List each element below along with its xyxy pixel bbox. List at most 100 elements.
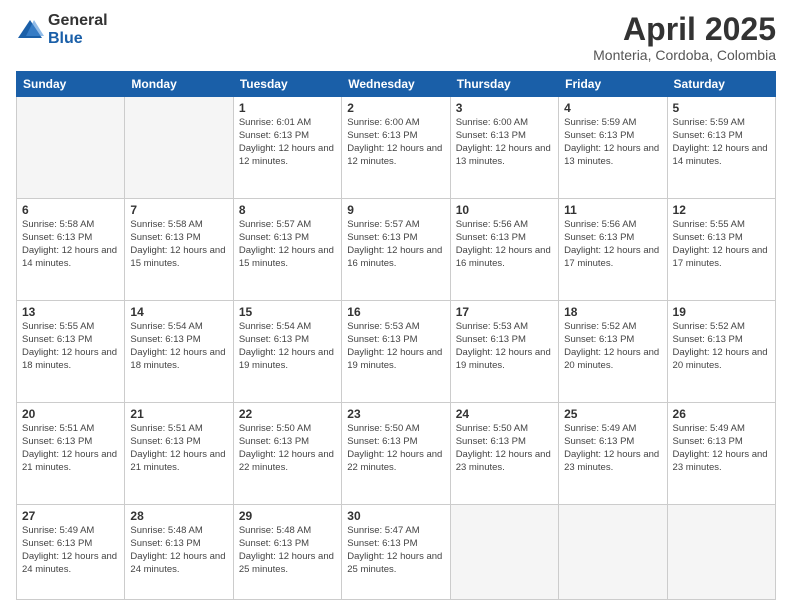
header: General Blue April 2025 Monteria, Cordob… <box>16 12 776 63</box>
day-number: 6 <box>22 203 119 217</box>
table-row: 24 Sunrise: 5:50 AM Sunset: 6:13 PM Dayli… <box>450 403 558 505</box>
day-number: 17 <box>456 305 553 319</box>
col-monday: Monday <box>125 72 233 97</box>
day-number: 5 <box>673 101 770 115</box>
day-number: 20 <box>22 407 119 421</box>
day-number: 12 <box>673 203 770 217</box>
col-wednesday: Wednesday <box>342 72 450 97</box>
table-row: 7Sunrise: 5:58 AM Sunset: 6:13 PM Daylig… <box>125 199 233 301</box>
header-row: Sunday Monday Tuesday Wednesday Thursday… <box>17 72 776 97</box>
day-info: Sunrise: 5:57 AM Sunset: 6:13 PM Dayligh… <box>347 219 444 270</box>
table-row: 23 Sunrise: 5:50 AM Sunset: 6:13 PM Dayli… <box>342 403 450 505</box>
col-tuesday: Tuesday <box>233 72 341 97</box>
table-row: 18Sunrise: 5:52 AM Sunset: 6:13 PM Dayli… <box>559 301 667 403</box>
table-row: 21 Sunrise: 5:51 AM Sunset: 6:13 PM Dayli… <box>125 403 233 505</box>
title-section: April 2025 Monteria, Cordoba, Colombia <box>593 12 776 63</box>
day-info: Sunrise: 5:47 AM Sunset: 6:13 PM Dayligh… <box>347 525 444 576</box>
day-number: 19 <box>673 305 770 319</box>
table-row <box>125 97 233 199</box>
day-number: 22 <box>239 407 336 421</box>
day-info: Sunrise: 5:55 AM Sunset: 6:13 PM Dayligh… <box>673 219 770 270</box>
col-thursday: Thursday <box>450 72 558 97</box>
day-info: Sunrise: 5:54 AM Sunset: 6:13 PM Dayligh… <box>130 321 227 372</box>
day-info: Sunrise: 5:51 AM Sunset: 6:13 PM Dayligh… <box>130 423 227 474</box>
day-number: 15 <box>239 305 336 319</box>
table-row: 12 Sunrise: 5:55 AM Sunset: 6:13 PM Dayli… <box>667 199 775 301</box>
day-number: 24 <box>456 407 553 421</box>
table-row: 20 Sunrise: 5:51 AM Sunset: 6:13 PM Dayli… <box>17 403 125 505</box>
table-row: 11 Sunrise: 5:56 AM Sunset: 6:13 PM Dayli… <box>559 199 667 301</box>
day-info: Sunrise: 5:49 AM Sunset: 6:13 PM Dayligh… <box>564 423 661 474</box>
day-number: 14 <box>130 305 227 319</box>
day-number: 30 <box>347 509 444 523</box>
day-number: 2 <box>347 101 444 115</box>
table-row: 19 Sunrise: 5:52 AM Sunset: 6:13 PM Dayli… <box>667 301 775 403</box>
day-info: Sunrise: 5:59 AM Sunset: 6:13 PM Dayligh… <box>673 117 770 168</box>
day-number: 10 <box>456 203 553 217</box>
month-title: April 2025 <box>593 12 776 47</box>
table-row <box>17 97 125 199</box>
table-row: 22Sunrise: 5:50 AM Sunset: 6:13 PM Dayli… <box>233 403 341 505</box>
table-row: 25 Sunrise: 5:49 AM Sunset: 6:13 PM Dayli… <box>559 403 667 505</box>
day-info: Sunrise: 5:51 AM Sunset: 6:13 PM Dayligh… <box>22 423 119 474</box>
logo-text: General Blue <box>48 12 108 47</box>
table-row: 10 Sunrise: 5:56 AM Sunset: 6:13 PM Dayli… <box>450 199 558 301</box>
day-number: 8 <box>239 203 336 217</box>
day-number: 16 <box>347 305 444 319</box>
calendar-table: Sunday Monday Tuesday Wednesday Thursday… <box>16 71 776 600</box>
day-info: Sunrise: 5:49 AM Sunset: 6:13 PM Dayligh… <box>673 423 770 474</box>
day-number: 3 <box>456 101 553 115</box>
logo: General Blue <box>16 12 108 47</box>
table-row: 27Sunrise: 5:49 AM Sunset: 6:13 PM Dayli… <box>17 505 125 600</box>
day-info: Sunrise: 5:56 AM Sunset: 6:13 PM Dayligh… <box>456 219 553 270</box>
day-number: 7 <box>130 203 227 217</box>
table-row: 17 Sunrise: 5:53 AM Sunset: 6:13 PM Dayli… <box>450 301 558 403</box>
day-info: Sunrise: 5:50 AM Sunset: 6:13 PM Dayligh… <box>456 423 553 474</box>
day-info: Sunrise: 5:58 AM Sunset: 6:13 PM Dayligh… <box>22 219 119 270</box>
table-row: 13 Sunrise: 5:55 AM Sunset: 6:13 PM Dayli… <box>17 301 125 403</box>
day-number: 26 <box>673 407 770 421</box>
day-info: Sunrise: 5:57 AM Sunset: 6:13 PM Dayligh… <box>239 219 336 270</box>
day-info: Sunrise: 5:53 AM Sunset: 6:13 PM Dayligh… <box>347 321 444 372</box>
table-row: 9Sunrise: 5:57 AM Sunset: 6:13 PM Daylig… <box>342 199 450 301</box>
day-info: Sunrise: 5:59 AM Sunset: 6:13 PM Dayligh… <box>564 117 661 168</box>
day-info: Sunrise: 5:48 AM Sunset: 6:13 PM Dayligh… <box>130 525 227 576</box>
table-row: 5 Sunrise: 5:59 AM Sunset: 6:13 PM Daylig… <box>667 97 775 199</box>
table-row: 15 Sunrise: 5:54 AM Sunset: 6:13 PM Dayli… <box>233 301 341 403</box>
day-number: 29 <box>239 509 336 523</box>
day-info: Sunrise: 6:00 AM Sunset: 6:13 PM Dayligh… <box>456 117 553 168</box>
day-info: Sunrise: 5:55 AM Sunset: 6:13 PM Dayligh… <box>22 321 119 372</box>
day-info: Sunrise: 6:01 AM Sunset: 6:13 PM Dayligh… <box>239 117 336 168</box>
day-number: 21 <box>130 407 227 421</box>
table-row: 8 Sunrise: 5:57 AM Sunset: 6:13 PM Daylig… <box>233 199 341 301</box>
logo-icon <box>16 16 44 44</box>
day-info: Sunrise: 5:52 AM Sunset: 6:13 PM Dayligh… <box>673 321 770 372</box>
table-row: 4 Sunrise: 5:59 AM Sunset: 6:13 PM Daylig… <box>559 97 667 199</box>
table-row: 26 Sunrise: 5:49 AM Sunset: 6:13 PM Dayli… <box>667 403 775 505</box>
day-info: Sunrise: 5:54 AM Sunset: 6:13 PM Dayligh… <box>239 321 336 372</box>
col-sunday: Sunday <box>17 72 125 97</box>
day-info: Sunrise: 5:50 AM Sunset: 6:13 PM Dayligh… <box>347 423 444 474</box>
table-row: 1Sunrise: 6:01 AM Sunset: 6:13 PM Daylig… <box>233 97 341 199</box>
page: General Blue April 2025 Monteria, Cordob… <box>0 0 792 612</box>
table-row: 14 Sunrise: 5:54 AM Sunset: 6:13 PM Dayli… <box>125 301 233 403</box>
day-number: 11 <box>564 203 661 217</box>
col-friday: Friday <box>559 72 667 97</box>
table-row: 29 Sunrise: 5:48 AM Sunset: 6:13 PM Dayli… <box>233 505 341 600</box>
table-row: 6 Sunrise: 5:58 AM Sunset: 6:13 PM Daylig… <box>17 199 125 301</box>
logo-blue: Blue <box>48 30 108 48</box>
table-row: 3 Sunrise: 6:00 AM Sunset: 6:13 PM Daylig… <box>450 97 558 199</box>
table-row: 16 Sunrise: 5:53 AM Sunset: 6:13 PM Dayli… <box>342 301 450 403</box>
day-info: Sunrise: 5:48 AM Sunset: 6:13 PM Dayligh… <box>239 525 336 576</box>
day-info: Sunrise: 5:53 AM Sunset: 6:13 PM Dayligh… <box>456 321 553 372</box>
day-info: Sunrise: 5:56 AM Sunset: 6:13 PM Dayligh… <box>564 219 661 270</box>
table-row: 2Sunrise: 6:00 AM Sunset: 6:13 PM Daylig… <box>342 97 450 199</box>
day-number: 25 <box>564 407 661 421</box>
table-row <box>450 505 558 600</box>
day-number: 18 <box>564 305 661 319</box>
table-row <box>559 505 667 600</box>
logo-general: General <box>48 12 108 30</box>
day-number: 4 <box>564 101 661 115</box>
day-number: 13 <box>22 305 119 319</box>
day-number: 23 <box>347 407 444 421</box>
